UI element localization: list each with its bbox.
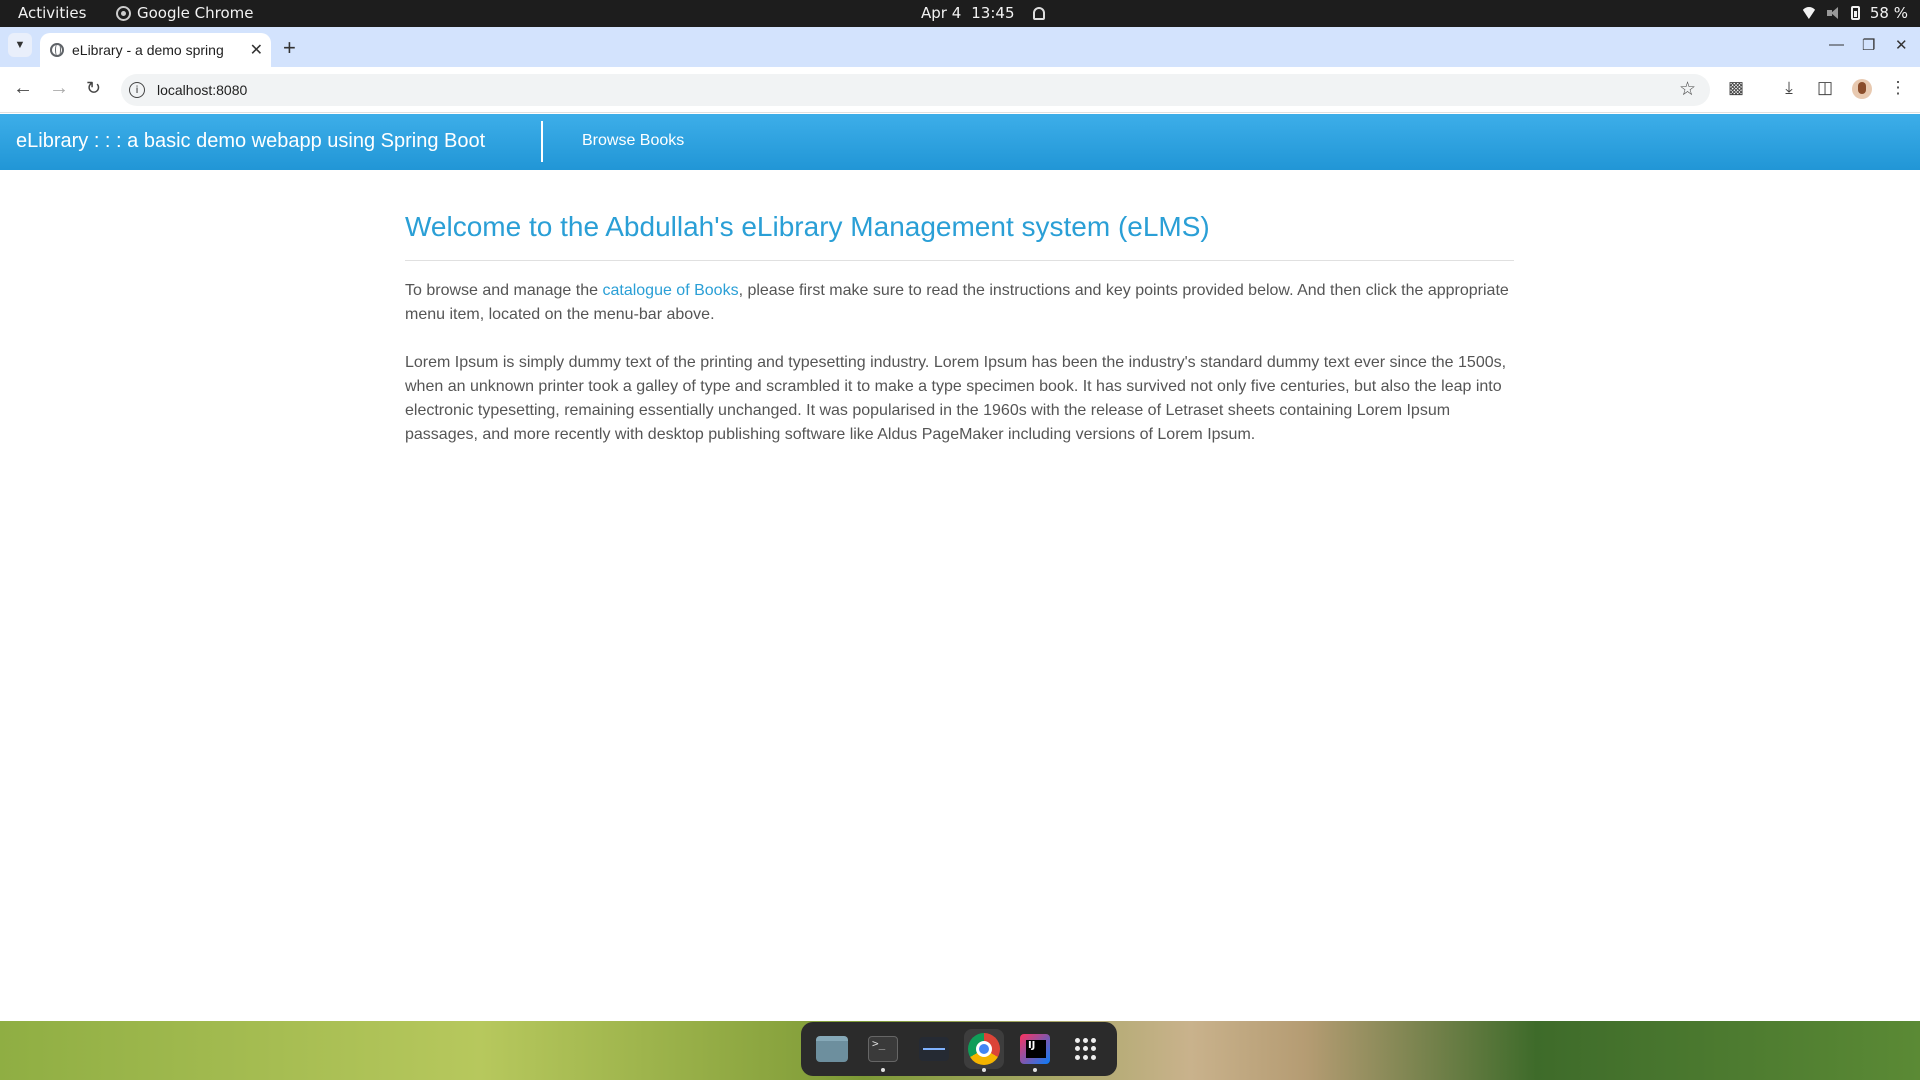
terminal-icon: >_ bbox=[867, 1036, 898, 1062]
clock-time: 13:45 bbox=[971, 4, 1015, 22]
battery-icon bbox=[1850, 6, 1860, 20]
extensions-icon[interactable]: ▩ bbox=[1727, 79, 1745, 97]
app-grid-icon bbox=[1074, 1038, 1097, 1060]
browser-tab[interactable]: eLibrary - a demo spring ✕ bbox=[40, 33, 271, 67]
dock-intellij[interactable] bbox=[1015, 1029, 1055, 1072]
minimize-window-icon[interactable]: — bbox=[1829, 36, 1844, 53]
navbar-divider bbox=[541, 121, 543, 162]
address-bar[interactable]: i localhost:8080 ☆ bbox=[121, 74, 1710, 106]
running-indicator bbox=[982, 1068, 987, 1072]
dock-files[interactable] bbox=[812, 1029, 852, 1069]
main-content: Welcome to the Abdullah's eLibrary Manag… bbox=[405, 210, 1514, 447]
side-panel-icon[interactable]: ◫ bbox=[1816, 79, 1834, 97]
clock-date: Apr 4 bbox=[921, 4, 962, 22]
system-top-bar: Activities Google Chrome Apr 4 13:45 58 … bbox=[0, 0, 1920, 27]
browse-books-link[interactable]: Browse Books bbox=[582, 132, 684, 150]
chevron-down-icon: ▼ bbox=[14, 39, 26, 51]
system-monitor-icon bbox=[918, 1037, 949, 1061]
notification-bell-icon bbox=[1032, 6, 1045, 20]
app-brand[interactable]: eLibrary : : : a basic demo webapp using… bbox=[16, 130, 485, 153]
download-icon[interactable]: ⤓ bbox=[1780, 79, 1798, 97]
intro-text-start: To browse and manage the bbox=[405, 282, 603, 299]
dock: >_ bbox=[801, 1022, 1117, 1076]
web-page: eLibrary : : : a basic demo webapp using… bbox=[0, 114, 1920, 1021]
activities-button[interactable]: Activities bbox=[18, 4, 86, 22]
more-menu-icon[interactable]: ⋮ bbox=[1889, 79, 1907, 97]
catalogue-link[interactable]: catalogue of Books bbox=[602, 282, 738, 299]
page-title: Welcome to the Abdullah's eLibrary Manag… bbox=[405, 210, 1514, 261]
app-navbar: eLibrary : : : a basic demo webapp using… bbox=[0, 114, 1920, 170]
intro-paragraph: To browse and manage the catalogue of Bo… bbox=[405, 279, 1514, 327]
close-window-icon[interactable]: ✕ bbox=[1895, 36, 1908, 54]
dock-system-monitor[interactable] bbox=[914, 1029, 954, 1069]
app-menu-label: Google Chrome bbox=[137, 4, 254, 22]
tab-strip: ▼ eLibrary - a demo spring ✕ + — ❐ ✕ bbox=[0, 27, 1920, 67]
globe-icon bbox=[50, 43, 64, 57]
battery-percent: 58 % bbox=[1869, 4, 1908, 22]
url-text[interactable]: localhost:8080 bbox=[157, 82, 247, 98]
lorem-paragraph: Lorem Ipsum is simply dummy text of the … bbox=[405, 354, 1507, 443]
dock-terminal[interactable]: >_ bbox=[863, 1029, 903, 1072]
clock[interactable]: Apr 4 13:45 bbox=[921, 4, 1045, 22]
restore-window-icon[interactable]: ❐ bbox=[1862, 36, 1875, 54]
running-indicator bbox=[880, 1068, 885, 1072]
close-tab-icon[interactable]: ✕ bbox=[250, 40, 263, 60]
chrome-icon bbox=[116, 5, 131, 21]
reload-icon[interactable]: ↻ bbox=[86, 78, 101, 99]
dock-show-apps[interactable] bbox=[1066, 1029, 1106, 1069]
site-info-icon[interactable]: i bbox=[129, 82, 145, 98]
wifi-icon bbox=[1801, 7, 1817, 19]
tab-title: eLibrary - a demo spring bbox=[72, 42, 224, 58]
intellij-icon bbox=[1019, 1034, 1050, 1064]
chrome-icon bbox=[968, 1033, 1001, 1065]
browser-toolbar: ← → ↻ i localhost:8080 ☆ ▩ ⤓ ◫ ⋮ bbox=[0, 67, 1920, 113]
dock-chrome[interactable] bbox=[964, 1029, 1005, 1072]
bookmark-star-icon[interactable]: ☆ bbox=[1679, 78, 1696, 101]
files-icon bbox=[816, 1036, 849, 1062]
profile-avatar[interactable] bbox=[1852, 79, 1872, 99]
tab-search-button[interactable]: ▼ bbox=[8, 33, 32, 57]
app-menu[interactable]: Google Chrome bbox=[116, 4, 254, 22]
system-status-area[interactable]: 58 % bbox=[1801, 4, 1908, 22]
volume-muted-icon bbox=[1826, 7, 1841, 19]
back-icon[interactable]: ← bbox=[13, 77, 33, 100]
new-tab-button[interactable]: + bbox=[283, 35, 296, 61]
running-indicator bbox=[1032, 1068, 1037, 1072]
forward-icon[interactable]: → bbox=[49, 77, 69, 100]
